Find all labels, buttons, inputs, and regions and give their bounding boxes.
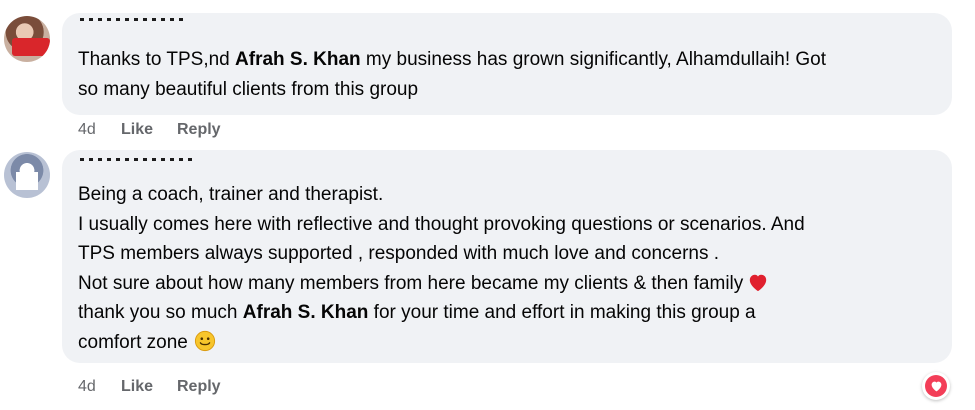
comment-line: I usually comes here with reflective and… [78, 210, 938, 240]
commenter-avatar[interactable] [4, 152, 50, 198]
reply-button[interactable]: Reply [177, 378, 221, 396]
smile-emoji-icon [194, 330, 216, 352]
redaction-mark [12, 38, 50, 56]
comment-line: Thanks to TPS,nd Afrah S. Khan my busine… [78, 45, 938, 75]
heart-emoji-icon [747, 272, 769, 292]
love-reaction-icon[interactable] [922, 372, 950, 400]
redaction-mark [16, 172, 38, 190]
comment-actions: 4d Like Reply [78, 378, 221, 396]
comment-body: Thanks to TPS,nd Afrah S. Khan my busine… [78, 45, 938, 104]
comment-line: comfort zone [78, 328, 938, 358]
comment-text-segment: thank you so much [78, 302, 243, 323]
comment-line: thank you so much Afrah S. Khan for your… [78, 298, 938, 328]
comment-actions: 4d Like Reply [78, 121, 221, 139]
redacted-author-name[interactable] [80, 16, 185, 22]
comment-line: TPS members always supported , responded… [78, 239, 938, 269]
comment-text-segment: I usually comes here with reflective and… [78, 213, 805, 235]
commenter-avatar[interactable] [4, 16, 50, 62]
comment-text-segment: TPS members always supported , responded… [78, 243, 720, 264]
like-button[interactable]: Like [121, 121, 177, 139]
comment-text-segment: Thanks to TPS,nd [78, 49, 236, 70]
comment-text-segment: my business has grown significantly, Alh… [360, 49, 827, 70]
comment-line: Not sure about how many members from her… [78, 269, 938, 299]
like-button[interactable]: Like [121, 378, 177, 396]
comment-text-segment: Not sure about how many members from her… [78, 272, 744, 294]
comment-body: Being a coach, trainer and therapist. I u… [78, 180, 938, 357]
mention-link[interactable]: Afrah S. Khan [235, 49, 361, 70]
comment-text-segment: so many beautiful clients from this grou… [78, 78, 419, 100]
comment-text-segment: Being a coach, trainer and therapist. [78, 184, 384, 205]
comment-line: Being a coach, trainer and therapist. [78, 180, 938, 210]
comment-text-segment: comfort zone [78, 331, 188, 353]
comment-timestamp[interactable]: 4d [78, 121, 121, 139]
comment-text-segment: for your time and effort in making this … [368, 302, 756, 323]
reply-button[interactable]: Reply [177, 121, 221, 139]
heart-icon [925, 375, 947, 397]
comment-timestamp[interactable]: 4d [78, 378, 121, 396]
redacted-author-name[interactable] [80, 156, 192, 162]
comment-line: so many beautiful clients from this grou… [78, 75, 938, 105]
mention-link[interactable]: Afrah S. Khan [243, 302, 369, 323]
